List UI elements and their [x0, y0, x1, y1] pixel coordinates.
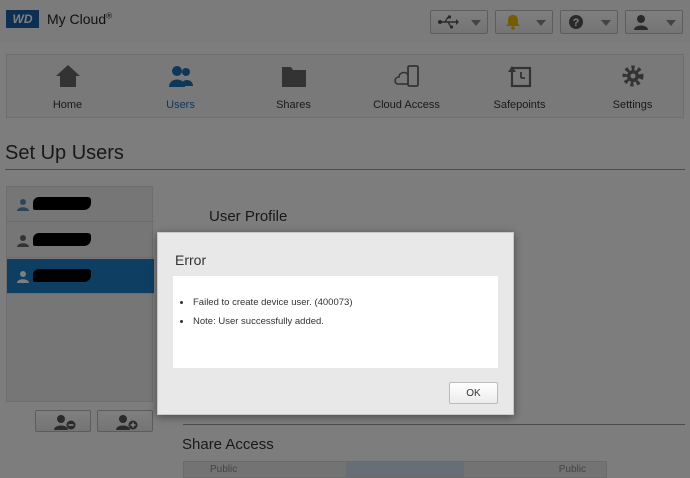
note-message: Note: User successfully added. — [180, 312, 352, 331]
dialog-title: Error — [175, 252, 207, 268]
error-message: Failed to create device user. (400073) — [180, 293, 352, 312]
error-dialog: Error Failed to create device user. (400… — [157, 232, 514, 415]
ok-button[interactable]: OK — [449, 382, 498, 404]
dialog-message-box: Failed to create device user. (400073) N… — [173, 276, 498, 368]
